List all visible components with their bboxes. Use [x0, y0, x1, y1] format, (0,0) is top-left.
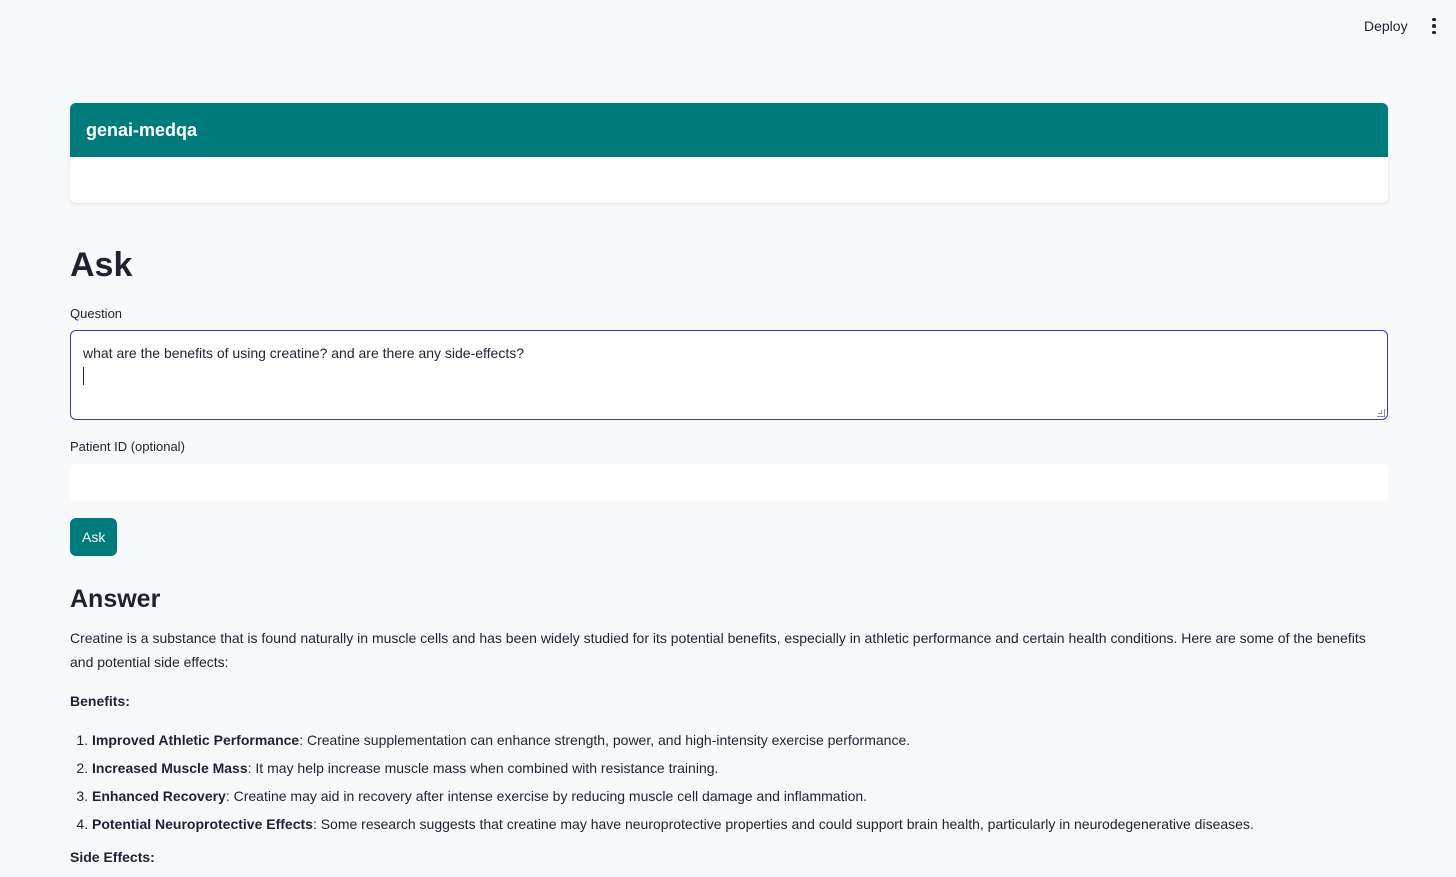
- question-label: Question: [70, 306, 123, 321]
- side-effects-heading: Side Effects:: [70, 849, 155, 865]
- benefit-text: : Creatine may aid in recovery after int…: [225, 788, 868, 804]
- benefit-term: Increased Muscle Mass: [92, 760, 248, 776]
- list-item: Improved Athletic Performance: Creatine …: [92, 726, 1388, 754]
- deploy-button[interactable]: Deploy: [1356, 14, 1416, 38]
- benefit-text: : It may help increase muscle mass when …: [247, 760, 719, 776]
- benefit-term: Improved Athletic Performance: [92, 732, 300, 748]
- benefit-text: : Some research suggests that creatine m…: [312, 816, 1254, 832]
- patient-id-label: Patient ID (optional): [70, 439, 185, 454]
- benefit-term: Enhanced Recovery: [92, 788, 226, 804]
- page-title: Ask: [70, 246, 133, 284]
- list-item: Increased Muscle Mass: It may help incre…: [92, 754, 1388, 782]
- top-toolbar: Deploy: [0, 0, 1456, 50]
- kebab-menu-icon[interactable]: [1422, 14, 1446, 38]
- benefits-list: Improved Athletic Performance: Creatine …: [70, 726, 1388, 838]
- text-caret: [83, 367, 84, 385]
- menu-dot: [1432, 24, 1436, 28]
- benefit-term: Potential Neuroprotective Effects: [92, 816, 313, 832]
- menu-dot: [1432, 17, 1436, 22]
- benefits-heading: Benefits:: [70, 693, 130, 709]
- benefit-text: : Creatine supplementation can enhance s…: [299, 732, 911, 748]
- app-header-body: [70, 157, 1388, 203]
- main-content: genai-medqa Ask Question what are the be…: [70, 103, 1388, 868]
- answer-intro: Creatine is a substance that is found na…: [70, 630, 1366, 670]
- question-textarea[interactable]: what are the benefits of using creatine?…: [70, 330, 1388, 420]
- patient-id-input[interactable]: [70, 464, 1388, 502]
- list-item: Potential Neuroprotective Effects: Some …: [92, 810, 1388, 838]
- app-title: genai-medqa: [70, 103, 1388, 157]
- menu-dot: [1432, 30, 1436, 35]
- resize-handle-icon[interactable]: [1377, 409, 1385, 417]
- list-item: Enhanced Recovery: Creatine may aid in r…: [92, 782, 1388, 810]
- answer-title: Answer: [70, 585, 161, 613]
- question-text: what are the benefits of using creatine?…: [83, 345, 525, 361]
- ask-button[interactable]: Ask: [70, 518, 118, 556]
- app-header-card: genai-medqa: [70, 103, 1388, 203]
